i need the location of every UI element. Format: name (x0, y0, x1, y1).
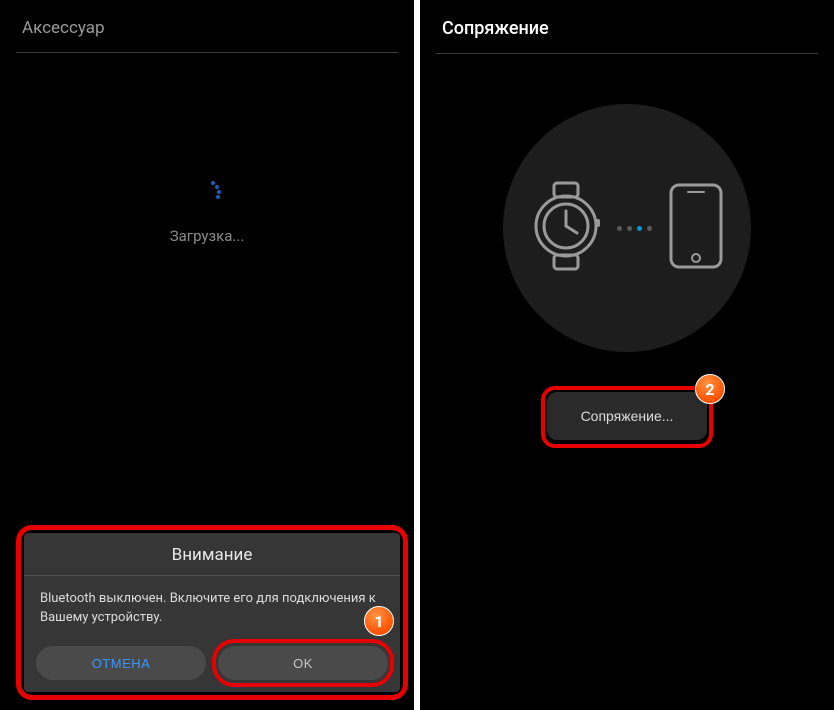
ok-button[interactable]: OK (218, 646, 388, 680)
pairing-title: Сопряжение (442, 18, 812, 39)
pair-area: Сопряжение... 2 (420, 54, 834, 710)
pair-button-wrap: Сопряжение... 2 (547, 392, 707, 440)
pair-button-label: Сопряжение... (581, 408, 674, 424)
right-header: Сопряжение (420, 0, 834, 53)
dialog-container: Внимание Bluetooth выключен. Включите ег… (24, 533, 400, 692)
left-panel: Аксессуар Загрузка... Внимание Bluetooth… (0, 0, 414, 710)
attention-dialog: Внимание Bluetooth выключен. Включите ег… (24, 533, 400, 692)
pairing-graphic (503, 104, 751, 352)
pair-button[interactable]: Сопряжение... (547, 392, 707, 440)
dialog-body: Bluetooth выключен. Включите его для под… (24, 576, 400, 646)
right-panel: Сопряжение (420, 0, 834, 710)
annotation-badge-1: 1 (364, 606, 394, 636)
ok-label: OK (293, 656, 313, 671)
left-header: Аксессуар (0, 0, 414, 52)
spinner-icon (189, 173, 225, 209)
pairing-dots-icon (617, 226, 652, 231)
cancel-label: ОТМЕНА (92, 656, 151, 671)
loading-text: Загрузка... (170, 227, 245, 245)
dialog-actions: ОТМЕНА OK (24, 646, 400, 692)
accessory-title: Аксессуар (22, 18, 392, 38)
annotation-badge-2: 2 (695, 374, 725, 404)
watch-icon (531, 181, 601, 275)
phone-icon (668, 182, 724, 274)
dialog-title: Внимание (24, 533, 400, 575)
cancel-button[interactable]: ОТМЕНА (36, 646, 206, 680)
